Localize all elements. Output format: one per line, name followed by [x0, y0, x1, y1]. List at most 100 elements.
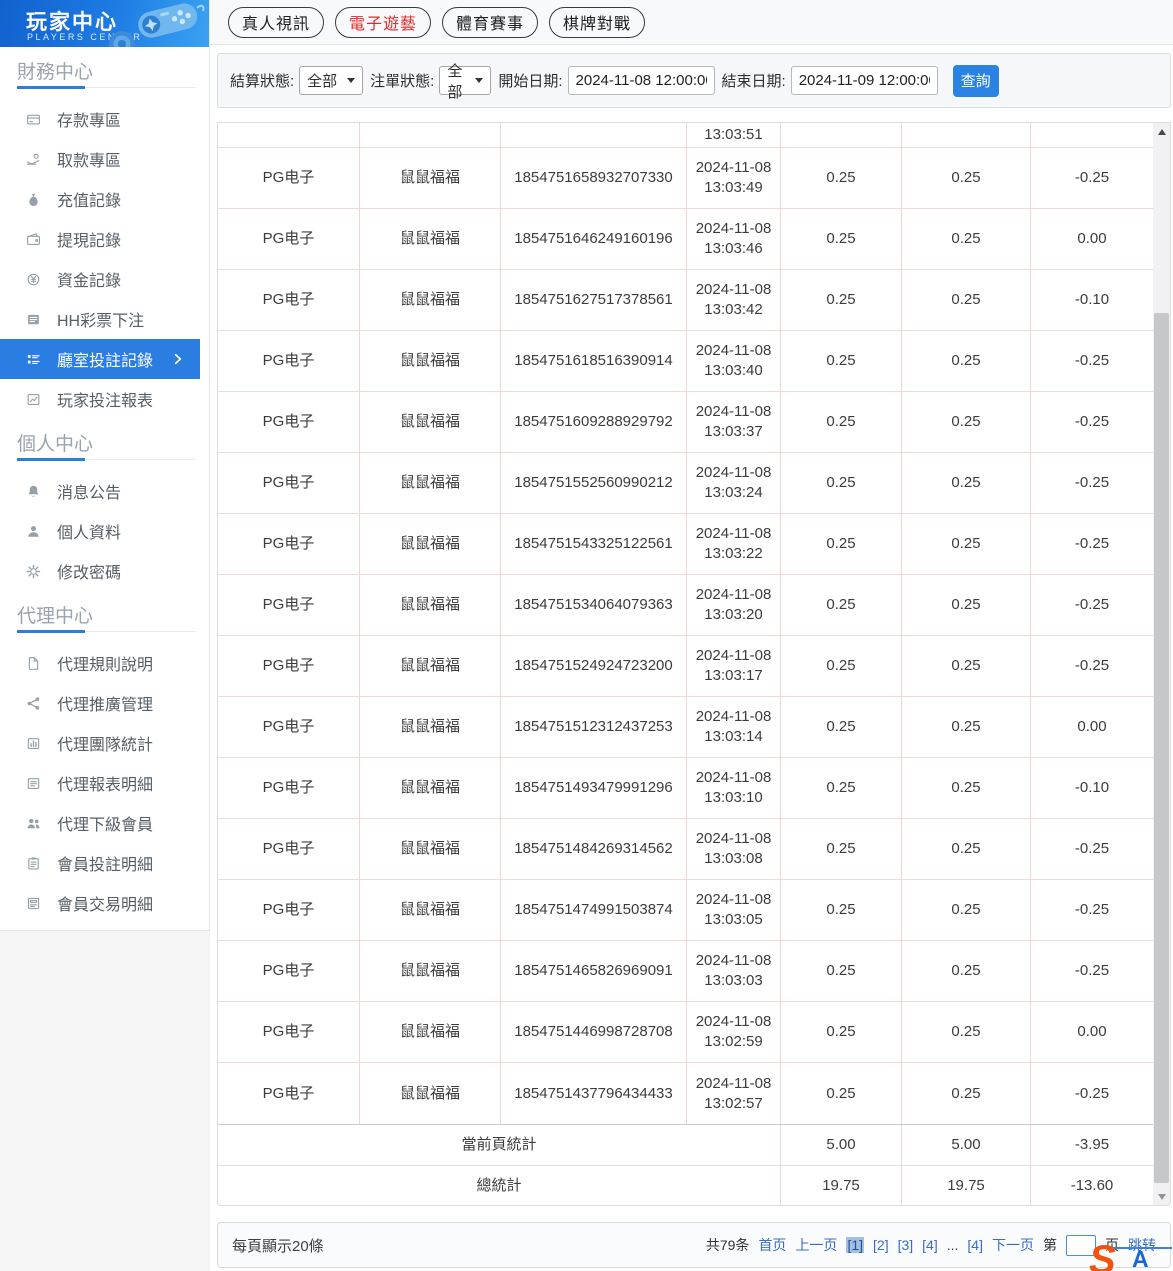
table-row: PG电子鼠鼠福福18547514469987287082024-11-0813:…	[218, 1002, 1153, 1063]
hand-coins-icon	[26, 152, 41, 167]
sidebar-item-0-4[interactable]: 資金記錄	[0, 259, 209, 299]
sidebar-item-0-0[interactable]: 存款專區	[0, 99, 209, 139]
share-icon	[26, 696, 41, 711]
cell-text: PG电子	[263, 229, 315, 249]
cell-game: PG电子	[218, 819, 360, 879]
sidebar-item-2-5[interactable]: 會員投註明細	[0, 843, 209, 883]
sidebar-item-1-1[interactable]: 個人資料	[0, 511, 209, 551]
start-date-input[interactable]	[568, 66, 715, 95]
search-button[interactable]: 查詢	[953, 65, 999, 97]
summary-label: 總統計	[218, 1166, 781, 1205]
cell-text: 5.00	[826, 1135, 855, 1155]
sidebar-item-2-0[interactable]: 代理規則說明	[0, 643, 209, 683]
page-2-link[interactable]: [2]	[873, 1237, 889, 1253]
table-scrollbar[interactable]	[1153, 123, 1170, 1205]
cell-text: 鼠鼠福福	[400, 778, 460, 798]
cell-time: 2024-11-0813:03:17	[687, 636, 781, 696]
bet-date: 2024-11-08	[696, 951, 772, 971]
first-page-link[interactable]: 首页	[758, 1235, 786, 1255]
end-date-input[interactable]	[791, 66, 938, 95]
cell-text: 鼠鼠福福	[400, 473, 460, 493]
cell-text: 1854751446998728708	[514, 1022, 673, 1042]
cell-bet: 0.25	[781, 941, 902, 1001]
cell-game-name: 鼠鼠福福	[360, 941, 501, 1001]
tab-sports[interactable]: 體育賽事	[442, 7, 538, 38]
sidebar-item-label: 會員交易明細	[57, 891, 153, 915]
cell-valid-bet: 0.25	[902, 575, 1031, 635]
sidebar-item-0-5[interactable]: HH彩票下注	[0, 299, 209, 339]
cell-order-id: 1854751493479991296	[501, 758, 687, 818]
team-stats-icon	[26, 736, 41, 751]
cell-game-name: 鼠鼠福福	[360, 575, 501, 635]
cell-time: 2024-11-0813:03:03	[687, 941, 781, 1001]
ellipsis-text: ...	[947, 1237, 959, 1253]
sidebar-item-0-1[interactable]: 取款專區	[0, 139, 209, 179]
cell-order-id	[501, 123, 687, 147]
cell-game: PG电子	[218, 1002, 360, 1062]
sidebar-item-2-6[interactable]: 會員交易明細	[0, 883, 209, 923]
sidebar-item-0-3[interactable]: 提現記錄	[0, 219, 209, 259]
tab-chess-battle[interactable]: 棋牌對戰	[549, 7, 645, 38]
cell-time: 2024-11-0813:03:42	[687, 270, 781, 330]
summary-win-loss: -3.95	[1031, 1125, 1153, 1165]
cell-text: -0.25	[1075, 1084, 1109, 1104]
sidebar-item-0-2[interactable]: 充值記錄	[0, 179, 209, 219]
cell-order-id: 1854751512312437253	[501, 697, 687, 757]
cell-game-name	[360, 123, 501, 147]
next-page-link[interactable]: 下一页	[992, 1235, 1034, 1255]
cell-text: -0.25	[1075, 656, 1109, 676]
cell-game	[218, 123, 360, 147]
cell-order-id: 1854751524924723200	[501, 636, 687, 696]
sidebar-item-1-0[interactable]: 消息公告	[0, 471, 209, 511]
sidebar-item-2-1[interactable]: 代理推廣管理	[0, 683, 209, 723]
sidebar-item-2-2[interactable]: 代理團隊統計	[0, 723, 209, 763]
cell-bet: 0.25	[781, 1063, 902, 1124]
page-4-link[interactable]: [4]	[922, 1237, 938, 1253]
cell-time: 2024-11-0813:03:08	[687, 819, 781, 879]
bet-time: 13:03:42	[704, 300, 762, 320]
cell-text: 0.25	[951, 1022, 980, 1042]
cell-time: 2024-11-0813:03:37	[687, 392, 781, 452]
cell-game: PG电子	[218, 758, 360, 818]
settle-status-select[interactable]: 全部	[299, 66, 363, 95]
scroll-thumb[interactable]	[1154, 313, 1169, 1183]
page-1-link[interactable]: [1]	[846, 1237, 864, 1253]
cell-time: 2024-11-0813:03:14	[687, 697, 781, 757]
ime-sogou-icon[interactable]: S	[1089, 1238, 1116, 1271]
cell-text: 0.25	[826, 534, 855, 554]
page-3-link[interactable]: [3]	[898, 1237, 914, 1253]
table-row: PG电子鼠鼠福福18547515340640793632024-11-0813:…	[218, 575, 1153, 636]
sidebar-item-label: 玩家投注報表	[57, 387, 153, 411]
sidebar-item-2-3[interactable]: 代理報表明細	[0, 763, 209, 803]
cell-text: PG电子	[263, 1022, 315, 1042]
sidebar-section-title: 個人中心	[17, 429, 209, 451]
cell-text: 1854751524924723200	[514, 656, 673, 676]
tab-electronic-games[interactable]: 電子遊藝	[335, 7, 431, 38]
sidebar-item-2-4[interactable]: 代理下級會員	[0, 803, 209, 843]
cell-text: -0.25	[1075, 900, 1109, 920]
cell-time: 2024-11-0813:02:59	[687, 1002, 781, 1062]
scroll-up-button[interactable]	[1153, 123, 1170, 140]
cell-text: 1854751552560990212	[514, 473, 673, 493]
cell-valid-bet: 0.25	[902, 1002, 1031, 1062]
cell-text: 0.25	[826, 1022, 855, 1042]
sidebar-item-label: 代理報表明細	[57, 771, 153, 795]
sidebar-item-0-6[interactable]: 廳室投註記錄	[0, 339, 200, 379]
cell-text: 1854751474991503874	[514, 900, 673, 920]
table-row: PG电子鼠鼠福福18547514658269690912024-11-0813:…	[218, 941, 1153, 1002]
ime-letter-a-icon[interactable]: A	[1132, 1246, 1149, 1271]
tab-live-casino[interactable]: 真人視訊	[228, 7, 324, 38]
report-detail-icon	[26, 776, 41, 791]
cell-win-loss: -0.25	[1031, 331, 1153, 391]
prev-page-link[interactable]: 上一页	[795, 1235, 837, 1255]
order-status-select[interactable]: 全部	[439, 66, 491, 95]
sidebar-item-label: 個人資料	[57, 519, 121, 543]
scroll-down-button[interactable]	[1153, 1188, 1170, 1205]
section-divider	[17, 85, 196, 89]
sidebar-item-0-7[interactable]: 玩家投注報表	[0, 379, 209, 419]
sidebar-item-1-2[interactable]: 修改密碼	[0, 551, 209, 591]
page-4-link[interactable]: [4]	[967, 1237, 983, 1253]
cell-game: PG电子	[218, 270, 360, 330]
sidebar-item-label: HH彩票下注	[57, 307, 144, 331]
cell-text: 0.25	[826, 1084, 855, 1104]
